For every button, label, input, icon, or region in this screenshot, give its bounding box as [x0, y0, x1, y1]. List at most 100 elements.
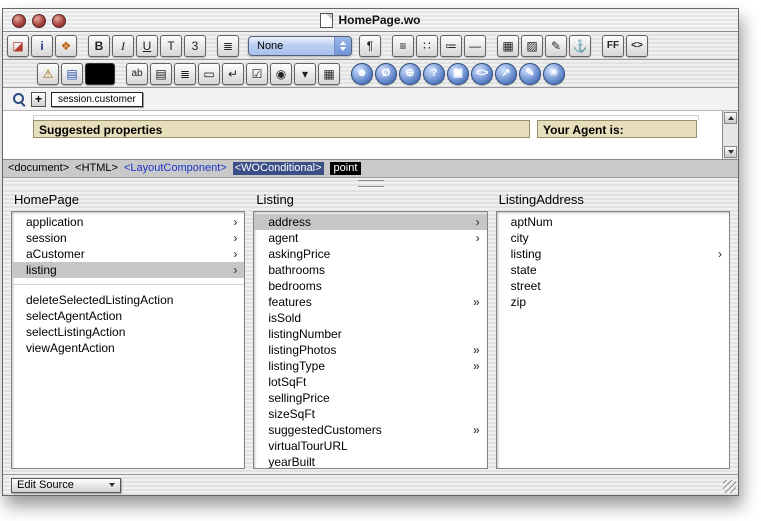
list-item[interactable]: listingNumber	[254, 326, 486, 342]
list-item[interactable]: session ›	[12, 230, 244, 246]
splitter-grip[interactable]	[358, 180, 384, 187]
path-item-woconditional[interactable]: <WOConditional>	[233, 162, 324, 175]
bulleted-list-button[interactable]: ∷	[416, 35, 438, 57]
component-editor-pane[interactable]: Suggested properties Your Agent is:	[3, 111, 738, 160]
list-item[interactable]: listingType »	[254, 358, 486, 374]
close-button[interactable]	[12, 14, 26, 28]
alignment-button[interactable]: ≡	[392, 35, 414, 57]
resize-grip[interactable]	[723, 480, 736, 493]
list-item[interactable]: bathrooms	[254, 262, 486, 278]
list-item[interactable]: sellingPrice	[254, 390, 486, 406]
horizontal-rule-button[interactable]: —	[464, 35, 486, 57]
scroll-down-button[interactable]	[724, 146, 737, 158]
edit-mode-popup[interactable]: Edit Source	[11, 478, 121, 493]
editor-content[interactable]: Suggested properties Your Agent is:	[3, 111, 722, 159]
help-element-button[interactable]: ?	[423, 63, 445, 85]
list-item[interactable]: listing ›	[12, 262, 244, 278]
list-item[interactable]: suggestedCustomers »	[254, 422, 486, 438]
list-item[interactable]: lotSqFt	[254, 374, 486, 390]
teletype-button[interactable]: T	[160, 35, 182, 57]
radio-element-button[interactable]: ◉	[270, 63, 292, 85]
list-item[interactable]: aptNum	[497, 214, 729, 230]
text-area-element-button[interactable]: ▤	[150, 63, 172, 85]
color-well[interactable]	[85, 63, 115, 85]
italic-button[interactable]: I	[112, 35, 134, 57]
browser-columns: application › session › aCustomer ›	[11, 211, 730, 469]
list-item[interactable]: sizeSqFt	[254, 406, 486, 422]
list-item[interactable]: listingPhotos »	[254, 342, 486, 358]
custom-element-button[interactable]: ✳	[543, 63, 565, 85]
submit-element-button[interactable]: ↵	[222, 63, 244, 85]
numbered-list-button[interactable]: ≔	[440, 35, 462, 57]
list-item[interactable]: viewAgentAction	[12, 340, 244, 356]
list-item[interactable]: application ›	[12, 214, 244, 230]
list-item[interactable]: listing ›	[497, 246, 729, 262]
list-item[interactable]: city	[497, 230, 729, 246]
minimize-button[interactable]	[32, 14, 46, 28]
bottom-bar: Edit Source	[3, 474, 738, 495]
checkbox-element-button[interactable]: ☑	[246, 63, 268, 85]
image-button[interactable]: ▨	[521, 35, 543, 57]
magnifier-icon[interactable]	[12, 92, 26, 106]
paragraph-style-button[interactable]: ≣	[217, 35, 239, 57]
list-item[interactable]: address ›	[254, 214, 486, 230]
format-toolbar-left-group: ◪ i ❖ B I U T 3 ≣	[7, 35, 241, 57]
table-cell-your-agent[interactable]: Your Agent is:	[537, 120, 697, 138]
table-cell-suggested-properties[interactable]: Suggested properties	[33, 120, 530, 138]
item-label: bedrooms	[268, 279, 321, 293]
list-item[interactable]: street	[497, 278, 729, 294]
table-button[interactable]: ▦	[497, 35, 519, 57]
list-item[interactable]: deleteSelectedListingAction	[12, 292, 244, 308]
component-content-button[interactable]: ▣	[447, 63, 469, 85]
validation-warning-button[interactable]: ⚠	[37, 63, 59, 85]
frames-button[interactable]: FF	[602, 35, 624, 57]
path-item-point[interactable]: point	[330, 162, 362, 175]
conditional-element-button[interactable]: Ø	[375, 63, 397, 85]
paint-element-button[interactable]: ✎	[519, 63, 541, 85]
eraser-button[interactable]: ◪	[7, 35, 29, 57]
add-binding-button[interactable]: +	[31, 92, 46, 107]
path-item-html[interactable]: <HTML>	[75, 162, 118, 175]
list-item[interactable]: features »	[254, 294, 486, 310]
action-arrow-button[interactable]: ↗	[495, 63, 517, 85]
list-item[interactable]: selectAgentAction	[12, 308, 244, 324]
anchor-button[interactable]: ⚓	[569, 35, 591, 57]
column-title-listingaddress: ListingAddress	[496, 192, 730, 207]
list-item[interactable]: virtualTourURL	[254, 438, 486, 454]
list-item[interactable]: bedrooms	[254, 278, 486, 294]
button-element-button[interactable]: ▭	[198, 63, 220, 85]
popup-element-button[interactable]: ▾	[294, 63, 316, 85]
globe-element-button[interactable]: ⊕	[399, 63, 421, 85]
form-table-element-button[interactable]: ▦	[318, 63, 340, 85]
font-size-button[interactable]: 3	[184, 35, 206, 57]
list-item[interactable]: yearBuilt	[254, 454, 486, 469]
inspector-button[interactable]: i	[31, 35, 53, 57]
list-item[interactable]: state	[497, 262, 729, 278]
path-item-document[interactable]: <document>	[8, 162, 69, 175]
source-element-button[interactable]: <>	[471, 63, 493, 85]
list-item[interactable]: agent ›	[254, 230, 486, 246]
source-toggle-button[interactable]: <>	[626, 35, 648, 57]
list-item[interactable]: selectListingAction	[12, 324, 244, 340]
underline-button[interactable]: U	[136, 35, 158, 57]
pencil-button[interactable]: ✎	[545, 35, 567, 57]
zoom-button[interactable]	[52, 14, 66, 28]
list-item[interactable]: isSold	[254, 310, 486, 326]
list-item[interactable]: aCustomer ›	[12, 246, 244, 262]
editor-scrollbar[interactable]	[722, 111, 738, 159]
list-item[interactable]: zip	[497, 294, 729, 310]
paragraph-format-popup[interactable]: None	[248, 36, 352, 56]
text-field-element-button[interactable]: ab	[126, 63, 148, 85]
elements-toolbar-group: ⚠ ▤ ab ▤ ≣ ▭ ↵ ☑ ◉ ▾ ▦	[37, 63, 567, 85]
list-item[interactable]: askingPrice	[254, 246, 486, 262]
bold-button[interactable]: B	[88, 35, 110, 57]
pilcrow-button[interactable]: ¶	[359, 35, 381, 57]
dynamic-page-button[interactable]: ▤	[61, 63, 83, 85]
colors-button[interactable]: ❖	[55, 35, 77, 57]
binding-value-field[interactable]: session.customer	[51, 92, 143, 107]
path-item-layoutcomponent[interactable]: <LayoutComponent>	[124, 162, 227, 175]
person-element-button[interactable]: ☻	[351, 63, 373, 85]
title-bar[interactable]: HomePage.wo	[3, 9, 738, 32]
scroll-up-button[interactable]	[724, 112, 737, 124]
browser-element-button[interactable]: ≣	[174, 63, 196, 85]
